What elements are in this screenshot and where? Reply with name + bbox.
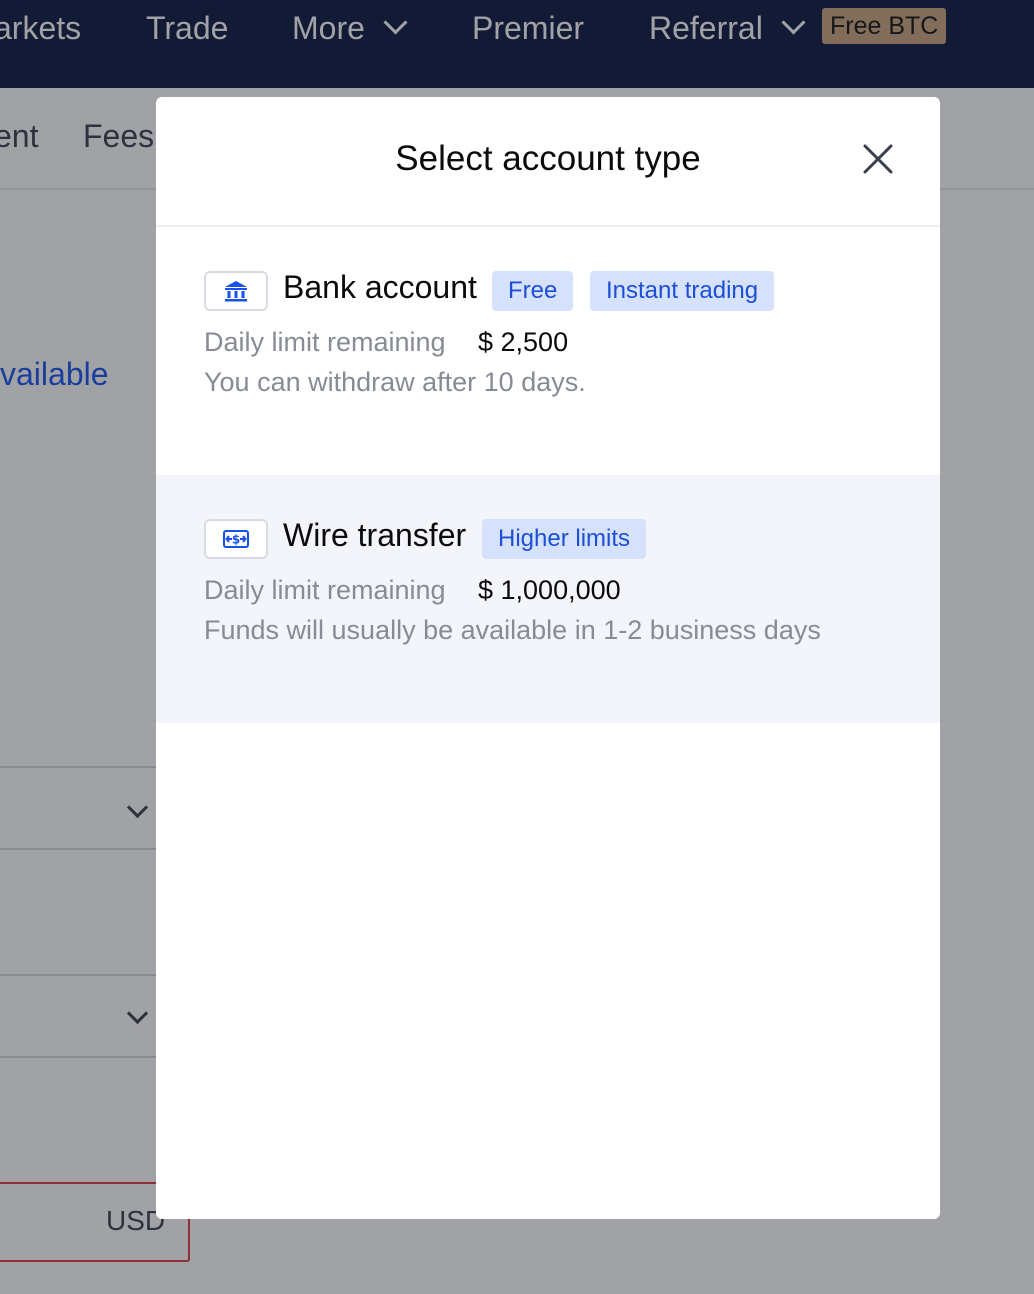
bank-icon [225, 281, 247, 302]
bank-icon-frame [204, 271, 268, 311]
free-tag: Free [492, 271, 574, 311]
close-icon [863, 144, 893, 174]
wire-transfer-icon: $ [223, 530, 249, 548]
wire-transfer-icon-frame: $ [204, 519, 268, 559]
daily-limit-value: $ 1,000,000 [478, 575, 621, 605]
daily-limit-value: $ 2,500 [478, 327, 569, 357]
instant-trading-tag: Instant trading [590, 271, 775, 311]
daily-limit-label: Daily limit remaining [204, 327, 446, 357]
modal-title: Select account type [395, 139, 701, 178]
select-account-type-modal: Select account type Bank account Free In… [156, 97, 940, 1219]
higher-limits-tag: Higher limits [482, 519, 647, 559]
svg-text:$: $ [232, 533, 240, 547]
modal-header: Select account type [156, 97, 940, 227]
option-note: You can withdraw after 10 days. [204, 367, 586, 397]
option-wire-transfer[interactable]: $ Wire transfer Higher limits Daily limi… [156, 475, 940, 723]
option-title: Wire transfer [283, 517, 467, 553]
daily-limit-label: Daily limit remaining [204, 575, 446, 605]
option-bank-account[interactable]: Bank account Free Instant trading Daily … [156, 227, 940, 475]
close-button[interactable] [856, 139, 900, 179]
option-note: Funds will usually be available in 1-2 b… [204, 615, 821, 645]
option-title: Bank account [283, 269, 477, 305]
